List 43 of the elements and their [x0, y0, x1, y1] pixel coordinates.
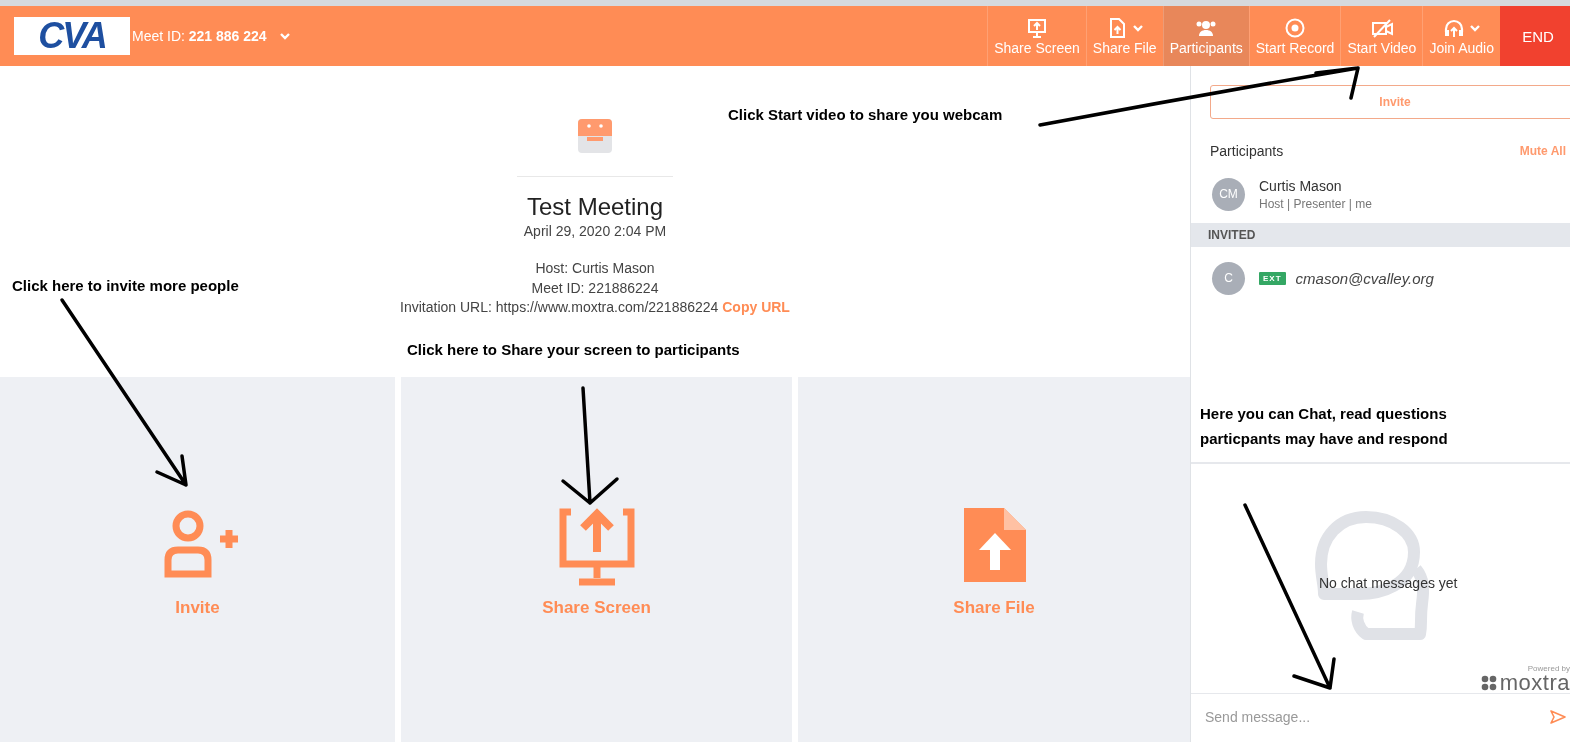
- section-title: Participants: [1210, 143, 1284, 159]
- participant-roles: Host | Presenter | me: [1259, 196, 1372, 211]
- brand-logo: moxtra: [1499, 673, 1570, 693]
- action-tile[interactable]: Invite: [0, 377, 395, 742]
- brand-mark-icon: [1480, 675, 1497, 691]
- tile-label: Invite: [175, 598, 220, 618]
- empty-chat-text: No chat messages yet: [1319, 575, 1458, 591]
- action-tile[interactable]: Share Screen: [401, 377, 792, 742]
- host-text: Host: Curtis Mason: [535, 259, 655, 278]
- avatar: C: [1212, 261, 1245, 295]
- meeting-date: April 29, 2020 2:04 PM: [523, 223, 667, 239]
- mute-all-link[interactable]: Mute All: [1519, 144, 1566, 158]
- camera-off-icon: [1370, 17, 1393, 39]
- ext-badge: EXT: [1259, 271, 1286, 285]
- tile-label: Share File: [953, 598, 1035, 618]
- monitor-upload-icon: [1026, 17, 1048, 39]
- powered-by-text: Powered by: [1527, 664, 1570, 673]
- avatar: CM: [1212, 177, 1245, 211]
- participant-name: Curtis Mason: [1259, 177, 1343, 194]
- logo: CVA: [14, 17, 130, 55]
- record-icon: [1284, 17, 1307, 39]
- toolbar-button[interactable]: Share Screen: [987, 6, 1086, 66]
- annotation-text: Here you can Chat, read questions particpants may have and respond: [1200, 404, 1448, 449]
- invitee-email: cmason@cvalley.org: [1295, 269, 1434, 287]
- tile-label: Share Screen: [542, 598, 651, 618]
- chevron-down-icon: [278, 31, 291, 41]
- invitation-url: Invitation URL: https://www.moxtra.com/221886224: [400, 299, 720, 315]
- toolbar-button[interactable]: Participants: [1162, 6, 1249, 66]
- meeting-title: Test Meeting: [526, 193, 664, 221]
- send-icon: [1550, 709, 1566, 725]
- meeting-id-text: Meet ID: 221886224: [531, 278, 659, 298]
- meeting-icon: [577, 118, 613, 156]
- annotation-text: Click here to Share your screen to participants: [407, 340, 740, 360]
- toolbar-button[interactable]: Share File: [1085, 6, 1163, 66]
- headphones-icon: [1442, 17, 1465, 39]
- action-tile[interactable]: Share File: [798, 377, 1190, 742]
- end-button[interactable]: END: [1500, 6, 1570, 66]
- invited-header: INVITED: [1191, 223, 1570, 247]
- meet-id-text: Meet ID: 221 886 224: [132, 28, 267, 44]
- copy-url-link[interactable]: Copy URL: [722, 299, 790, 315]
- annotation-text: Click here to invite more people: [12, 276, 239, 296]
- invite-button[interactable]: Invite: [1210, 85, 1570, 119]
- annotation-text: Click Start video to share you webcam: [728, 105, 1003, 125]
